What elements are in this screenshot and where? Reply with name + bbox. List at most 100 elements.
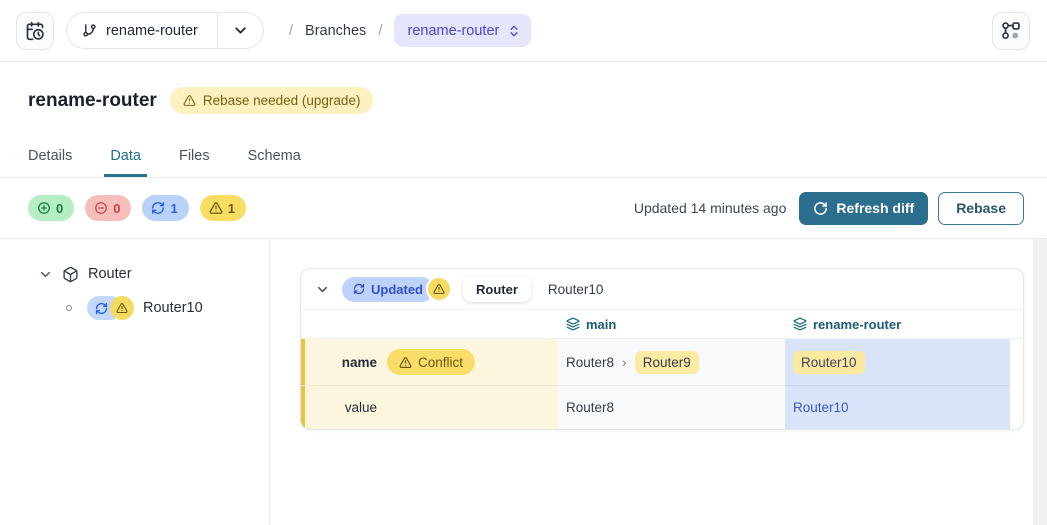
workflow-button[interactable] (992, 12, 1030, 50)
refresh-diff-label: Refresh diff (836, 200, 914, 216)
base-value: Router8 (566, 400, 614, 415)
new-value-highlight: Router9 (635, 351, 699, 374)
collapse-chevron-icon[interactable] (315, 282, 330, 297)
tree-item-label: Router10 (143, 300, 203, 316)
branch-value-highlight: Router10 (793, 351, 865, 374)
stat-removed-badge: 0 (85, 195, 131, 221)
page-title: rename-router (28, 90, 157, 112)
rebase-needed-badge: Rebase needed (upgrade) (170, 87, 374, 114)
tab-data[interactable]: Data (104, 148, 147, 177)
updated-timestamp: Updated 14 minutes ago (634, 200, 787, 216)
toolbar-actions: Updated 14 minutes ago Refresh diff Reba… (634, 192, 1024, 225)
refresh-diff-button[interactable]: Refresh diff (799, 192, 928, 225)
workflow-icon (1001, 21, 1021, 41)
entity-name: Router10 (548, 282, 604, 297)
branch-selector-dropdown[interactable] (218, 13, 263, 48)
breadcrumb-separator: / (289, 22, 293, 39)
base-branch-column-header: main (558, 310, 785, 338)
rebase-needed-label: Rebase needed (upgrade) (203, 93, 361, 108)
tree-group-router[interactable]: Router (0, 260, 269, 288)
sync-icon (95, 302, 108, 315)
stat-updated-count: 1 (170, 201, 177, 216)
page-header: rename-router Rebase needed (upgrade) De… (0, 62, 1047, 178)
base-value-cell: Router8 › Router9 (558, 339, 785, 385)
plus-circle-icon (37, 201, 51, 215)
conflict-pill: Conflict (387, 349, 475, 375)
filler (1010, 310, 1023, 338)
base-value-cell: Router8 (558, 385, 785, 429)
branch-value-cell: Router10 (785, 385, 1010, 429)
history-button[interactable] (16, 12, 54, 50)
branch-selector-label: rename-router (106, 23, 198, 39)
tree-group-label: Router (88, 266, 132, 282)
field-column-header (301, 310, 558, 338)
box-icon (62, 266, 79, 283)
git-branch-icon (82, 23, 97, 38)
field-name-box: name (321, 355, 377, 370)
updated-status-label: Updated (371, 282, 423, 297)
branch-value-cell: Router10 (785, 339, 1010, 385)
field-cell: name Conflict (301, 339, 558, 385)
tab-schema[interactable]: Schema (242, 148, 307, 177)
title-row: rename-router Rebase needed (upgrade) (28, 62, 1019, 114)
breadcrumb-branch-switcher[interactable]: rename-router (394, 14, 531, 47)
diff-table-header: main rename-router (301, 310, 1023, 339)
field-name-box: value (321, 400, 377, 415)
breadcrumb-branches[interactable]: Branches (305, 23, 366, 39)
stat-added-badge: 0 (28, 195, 74, 221)
refresh-icon (813, 201, 828, 216)
base-branch-name: main (586, 317, 616, 332)
top-bar: rename-router / Branches / rename-router (0, 0, 1047, 62)
field-cell: value (301, 385, 558, 429)
compare-branch-name: rename-router (813, 317, 901, 332)
calendar-clock-icon (25, 21, 45, 41)
diff-row-value: value Router8 Router10 (301, 385, 1023, 429)
tabs: Details Data Files Schema (22, 148, 1019, 177)
filler (1010, 339, 1023, 385)
minus-circle-icon (94, 201, 108, 215)
diff-stats: 0 0 1 1 (28, 195, 246, 221)
scrollbar-track[interactable] (1033, 239, 1047, 525)
sync-icon (151, 201, 165, 215)
diff-card-header: Updated Router Router10 (301, 269, 1023, 310)
stat-updated-badge: 1 (142, 195, 188, 221)
filler (1010, 385, 1023, 429)
change-arrow: › (622, 354, 627, 370)
sidebar-tree: Router Router10 (0, 239, 270, 525)
conflict-pill-label: Conflict (418, 355, 463, 370)
warning-icon (116, 302, 128, 314)
old-value: Router8 (566, 355, 614, 370)
content: Router Router10 (0, 239, 1047, 525)
warning-icon (399, 356, 412, 369)
main-panel: Updated Router Router10 main (270, 239, 1047, 525)
entity-type-pill: Router (463, 276, 531, 302)
chevron-down-icon[interactable] (38, 267, 53, 282)
stat-added-count: 0 (56, 201, 63, 216)
layers-icon (566, 317, 580, 331)
diff-row-name: name Conflict Router8 › Router9 Router (301, 339, 1023, 385)
conflict-warning-badge (426, 276, 452, 302)
chevron-down-icon (232, 22, 249, 39)
tab-files[interactable]: Files (173, 148, 216, 177)
diff-card: Updated Router Router10 main (300, 268, 1024, 430)
stat-removed-count: 0 (113, 201, 120, 216)
field-name: value (345, 400, 377, 415)
warning-icon (209, 201, 223, 215)
branch-selector[interactable]: rename-router (66, 12, 264, 49)
breadcrumb-separator: / (378, 22, 382, 39)
top-bar-left: rename-router / Branches / rename-router (16, 12, 531, 50)
breadcrumb-branch-label: rename-router (407, 23, 499, 39)
conflict-badge (110, 296, 134, 320)
tab-details[interactable]: Details (22, 148, 78, 177)
stat-conflicts-count: 1 (228, 201, 235, 216)
tree-item-router10[interactable]: Router10 (0, 293, 269, 323)
warning-icon (433, 283, 445, 295)
branch-value: Router10 (793, 400, 849, 415)
branch-selector-current[interactable]: rename-router (67, 13, 217, 48)
tree-item-badges (87, 296, 134, 320)
layers-icon (793, 317, 807, 331)
unfold-vertical-icon (507, 24, 521, 38)
compare-branch-column-header: rename-router (785, 310, 1010, 338)
diff-toolbar: 0 0 1 1 Updated 14 minutes ago Ref (0, 178, 1047, 239)
rebase-button[interactable]: Rebase (938, 192, 1024, 225)
